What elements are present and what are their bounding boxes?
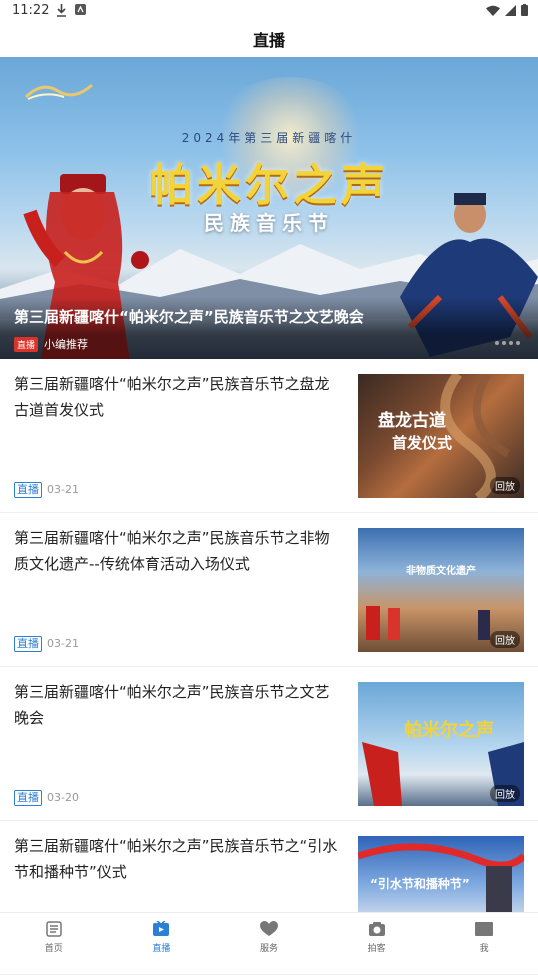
live-tag: 直播 — [14, 482, 42, 498]
svg-text:首发仪式: 首发仪式 — [392, 434, 452, 452]
camera-icon — [368, 922, 385, 936]
home-icon — [46, 921, 62, 937]
svg-text:“引水节和播种节”: “引水节和播种节” — [370, 876, 470, 891]
svg-text:帕米尔之声: 帕米尔之声 — [404, 719, 494, 741]
tab-label: 我 — [479, 944, 489, 954]
replay-badge: 回放 — [490, 477, 520, 494]
channel-logo — [24, 83, 93, 100]
item-date: 03-21 — [47, 483, 79, 496]
banner-caption: 第三届新疆喀什“帕米尔之声”民族音乐节之文艺晚会 — [14, 308, 364, 326]
tab-label: 拍客 — [367, 944, 386, 954]
tab-label: 首页 — [44, 944, 63, 954]
tab-profile[interactable]: 我 — [430, 913, 538, 959]
app-notification-icon — [75, 4, 86, 18]
carousel-dot — [495, 341, 499, 345]
wifi-icon — [486, 5, 500, 16]
tab-label: 服务 — [259, 944, 278, 954]
status-time: 11:22 — [12, 3, 50, 18]
status-right — [486, 4, 528, 16]
profile-icon — [475, 922, 494, 936]
live-badge: 直播 — [14, 337, 39, 352]
tab-label: 直播 — [152, 944, 171, 954]
bottom-tab-bar: 首页 直播 服务 拍客 我 — [0, 912, 538, 959]
item-thumbnail[interactable]: 盘龙古道 首发仪式 回放 — [358, 374, 524, 498]
thumbnail-art: “引水节和播种节” — [358, 843, 524, 916]
tab-camera[interactable]: 拍客 — [323, 913, 431, 959]
item-thumbnail[interactable]: 非物质文化遗产 回放 — [358, 528, 524, 652]
tab-live[interactable]: 直播 — [108, 913, 216, 959]
battery-icon — [521, 4, 528, 16]
editor-pick-label: 小编推荐 — [44, 338, 88, 351]
carousel-dot — [502, 341, 506, 345]
svg-text:非物质文化遗产: 非物质文化遗产 — [406, 564, 476, 577]
download-icon — [56, 4, 67, 20]
list-item[interactable]: 第三届新疆喀什“帕米尔之声”民族音乐节之盘龙古道首发仪式 直播 03-21 盘龙… — [0, 359, 538, 513]
list-item[interactable]: 第三届新疆喀什“帕米尔之声”民族音乐节之非物质文化遗产--传统体育活动入场仪式 … — [0, 513, 538, 667]
page-title: 直播 — [252, 31, 285, 50]
item-thumbnail[interactable]: “引水节和播种节” — [358, 836, 524, 916]
item-thumbnail[interactable]: 帕米尔之声 回放 — [358, 682, 524, 806]
item-title: 第三届新疆喀什“帕米尔之声”民族音乐节之非物质文化遗产--传统体育活动入场仪式 — [14, 529, 330, 573]
status-bar: 11:22 — [0, 0, 538, 24]
list-item[interactable]: 第三届新疆喀什“帕米尔之声”民族音乐节之文艺晚会 直播 03-20 帕米尔之声 … — [0, 667, 538, 821]
tab-service[interactable]: 服务 — [215, 913, 323, 959]
service-icon — [259, 921, 278, 936]
title-bar: 直播 — [0, 24, 538, 58]
item-date: 03-20 — [47, 791, 79, 804]
tab-home[interactable]: 首页 — [0, 913, 108, 959]
svg-text:盘龙古道: 盘龙古道 — [378, 410, 446, 431]
banner-subtitle: 2024年第三届新疆喀什 — [181, 131, 357, 145]
carousel-indicator[interactable] — [495, 341, 520, 345]
live-tag: 直播 — [14, 790, 42, 806]
live-list: 第三届新疆喀什“帕米尔之声”民族音乐节之盘龙古道首发仪式 直播 03-21 盘龙… — [0, 359, 538, 975]
carousel-dot — [509, 341, 513, 345]
carousel-dot — [516, 341, 520, 345]
replay-badge: 回放 — [490, 785, 520, 802]
replay-badge: 回放 — [490, 631, 520, 648]
item-title: 第三届新疆喀什“帕米尔之声”民族音乐节之盘龙古道首发仪式 — [14, 375, 330, 419]
featured-banner[interactable]: 2024年第三届新疆喀什 帕米尔之声 民族音乐节 第三届新疆喀什“帕米尔之声”民… — [0, 57, 538, 359]
signal-icon — [505, 4, 516, 16]
live-tag: 直播 — [14, 636, 42, 652]
item-date: 03-21 — [47, 637, 79, 650]
live-icon — [153, 921, 170, 936]
item-title: 第三届新疆喀什“帕米尔之声”民族音乐节之文艺晚会 — [14, 683, 330, 727]
item-title: 第三届新疆喀什“帕米尔之声”民族音乐节之“引水节和播种节”仪式 — [14, 837, 338, 881]
